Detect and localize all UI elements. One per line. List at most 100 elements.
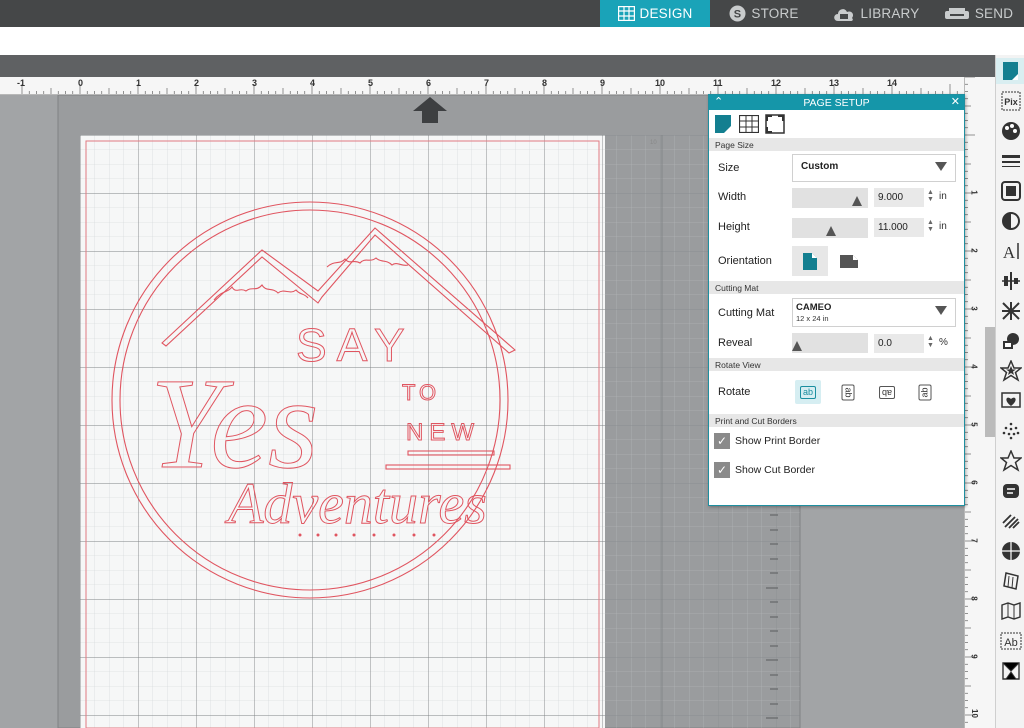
hatch-icon[interactable]: [996, 508, 1024, 534]
close-icon[interactable]: ✕: [951, 95, 960, 108]
cutting-mat-value: CAMEO: [796, 302, 832, 313]
tab-store[interactable]: S STORE: [710, 0, 818, 27]
page-icon: [715, 115, 731, 133]
store-s-icon: S: [729, 5, 746, 22]
ruler-label: 11: [713, 78, 723, 88]
tab-page-setup[interactable]: [713, 114, 733, 134]
text-style-icon[interactable]: A: [996, 238, 1024, 264]
slider-thumb[interactable]: [852, 196, 862, 206]
width-input[interactable]: 9.000: [874, 188, 924, 207]
trace-icon[interactable]: [996, 388, 1024, 414]
star-icon[interactable]: [996, 448, 1024, 474]
replicate-icon[interactable]: [996, 298, 1024, 324]
size-value: Custom: [801, 161, 839, 172]
slider-thumb[interactable]: [792, 341, 802, 351]
reveal-slider[interactable]: [792, 333, 868, 353]
warp-icon[interactable]: [996, 568, 1024, 594]
portrait-orientation-button[interactable]: [792, 246, 828, 276]
ruler-label: 4: [969, 364, 979, 369]
tab-registration-marks[interactable]: [765, 114, 785, 134]
size-dropdown[interactable]: Custom: [792, 154, 956, 182]
ruler-label: 1: [969, 190, 979, 195]
show-print-border-label: Show Print Border: [735, 435, 821, 447]
stitch-icon[interactable]: [996, 538, 1024, 564]
show-print-border-checkbox[interactable]: ✓: [714, 433, 730, 449]
height-value: 11.000: [878, 222, 908, 233]
sketch-icon[interactable]: [996, 418, 1024, 444]
ruler-label: 2: [969, 248, 979, 253]
slider-thumb[interactable]: [826, 226, 836, 236]
reveal-input[interactable]: 0.0: [874, 334, 924, 353]
ruler-label: -1: [17, 78, 26, 88]
collapse-chevron-icon[interactable]: ⌃: [714, 95, 723, 108]
rotate-0-glyph: ab: [799, 385, 816, 399]
tab-library[interactable]: LIBRARY: [818, 0, 933, 27]
height-input[interactable]: 11.000: [874, 218, 924, 237]
design-text-to: TO: [402, 380, 440, 405]
orientation-row: Orientation: [709, 243, 964, 281]
ruler-label: 6: [426, 78, 432, 88]
ruler-label: 5: [969, 422, 979, 427]
height-slider[interactable]: [792, 218, 868, 238]
grid-icon: [739, 115, 759, 133]
show-cut-border-row: ✓ Show Cut Border: [709, 456, 964, 485]
width-unit: in: [939, 191, 947, 202]
fold-icon[interactable]: [996, 598, 1024, 624]
top-navigation-bar: DESIGN S STORE LIBRARY SEND: [0, 0, 1024, 27]
half-circle-icon[interactable]: [996, 208, 1024, 234]
cutting-mat-dropdown[interactable]: CAMEO 12 x 24 in: [792, 298, 956, 327]
tab-design[interactable]: DESIGN: [600, 0, 710, 27]
ruler-label: 12: [771, 78, 782, 88]
knife-icon[interactable]: [996, 478, 1024, 504]
portrait-page-icon: [803, 252, 817, 270]
height-row: Height 11.000 ▲ ▼ in: [709, 213, 964, 243]
rotate-270-glyph: ab: [918, 383, 932, 401]
align-icon[interactable]: [996, 268, 1024, 294]
pixscan-icon[interactable]: Pix: [996, 88, 1024, 114]
design-fill-icon[interactable]: [996, 118, 1024, 144]
landscape-orientation-button[interactable]: [834, 246, 864, 276]
show-cut-border-label: Show Cut Border: [735, 464, 815, 476]
reveal-stepper[interactable]: ▲ ▼: [927, 335, 935, 349]
offset-icon[interactable]: [996, 358, 1024, 384]
rotate-180-button[interactable]: ab: [874, 380, 900, 404]
ruler-label: 6: [969, 480, 979, 485]
tool-options-bar: [0, 27, 1024, 55]
text-frame-icon[interactable]: Ab: [996, 628, 1024, 654]
rotate-90-button[interactable]: ab: [835, 380, 861, 404]
tab-grid-settings[interactable]: [739, 114, 759, 134]
ruler-label: 14: [887, 78, 898, 88]
show-cut-border-checkbox[interactable]: ✓: [714, 462, 730, 478]
section-rotate-view: Rotate View: [709, 358, 964, 371]
panel-tabs: [709, 110, 964, 138]
svg-text:A: A: [1002, 243, 1015, 262]
vertical-scrollbar[interactable]: [985, 327, 995, 437]
grid-icon: [617, 6, 635, 21]
panel-header: ⌃ PAGE SETUP ✕: [709, 95, 964, 110]
library-tool-icon[interactable]: [996, 658, 1024, 684]
rotate-0-button[interactable]: ab: [795, 380, 821, 404]
page-setup-panel: ⌃ PAGE SETUP ✕ Page Size Size Custom Wid…: [708, 94, 965, 506]
registration-marks-icon: [765, 114, 785, 134]
width-stepper[interactable]: ▲ ▼: [927, 189, 935, 203]
printer-send-icon: [944, 7, 970, 21]
modify-icon[interactable]: [996, 328, 1024, 354]
width-slider[interactable]: [792, 188, 868, 208]
rotate-row: Rotate ab ab ab ab: [709, 371, 964, 414]
height-stepper[interactable]: ▲ ▼: [927, 219, 935, 233]
ruler-label: 13: [829, 78, 840, 88]
page-setup-icon[interactable]: [996, 58, 1024, 84]
rotate-270-button[interactable]: ab: [912, 380, 938, 404]
tab-send[interactable]: SEND: [933, 0, 1024, 27]
line-style-icon[interactable]: [996, 148, 1024, 174]
right-panel-toolbar: Pix A Ab: [995, 55, 1024, 728]
reveal-unit: %: [939, 337, 948, 348]
ruler-label: 7: [969, 538, 979, 543]
ruler-label: 3: [969, 306, 979, 311]
design-text-adventures: Adventures: [224, 471, 487, 536]
mat-label: 10: [650, 140, 657, 146]
reveal-row: Reveal 0.0 ▲ ▼ %: [709, 328, 964, 358]
width-value: 9.000: [878, 192, 904, 203]
image-effects-icon[interactable]: [996, 178, 1024, 204]
cutting-mat-label: Cutting Mat: [718, 307, 775, 319]
